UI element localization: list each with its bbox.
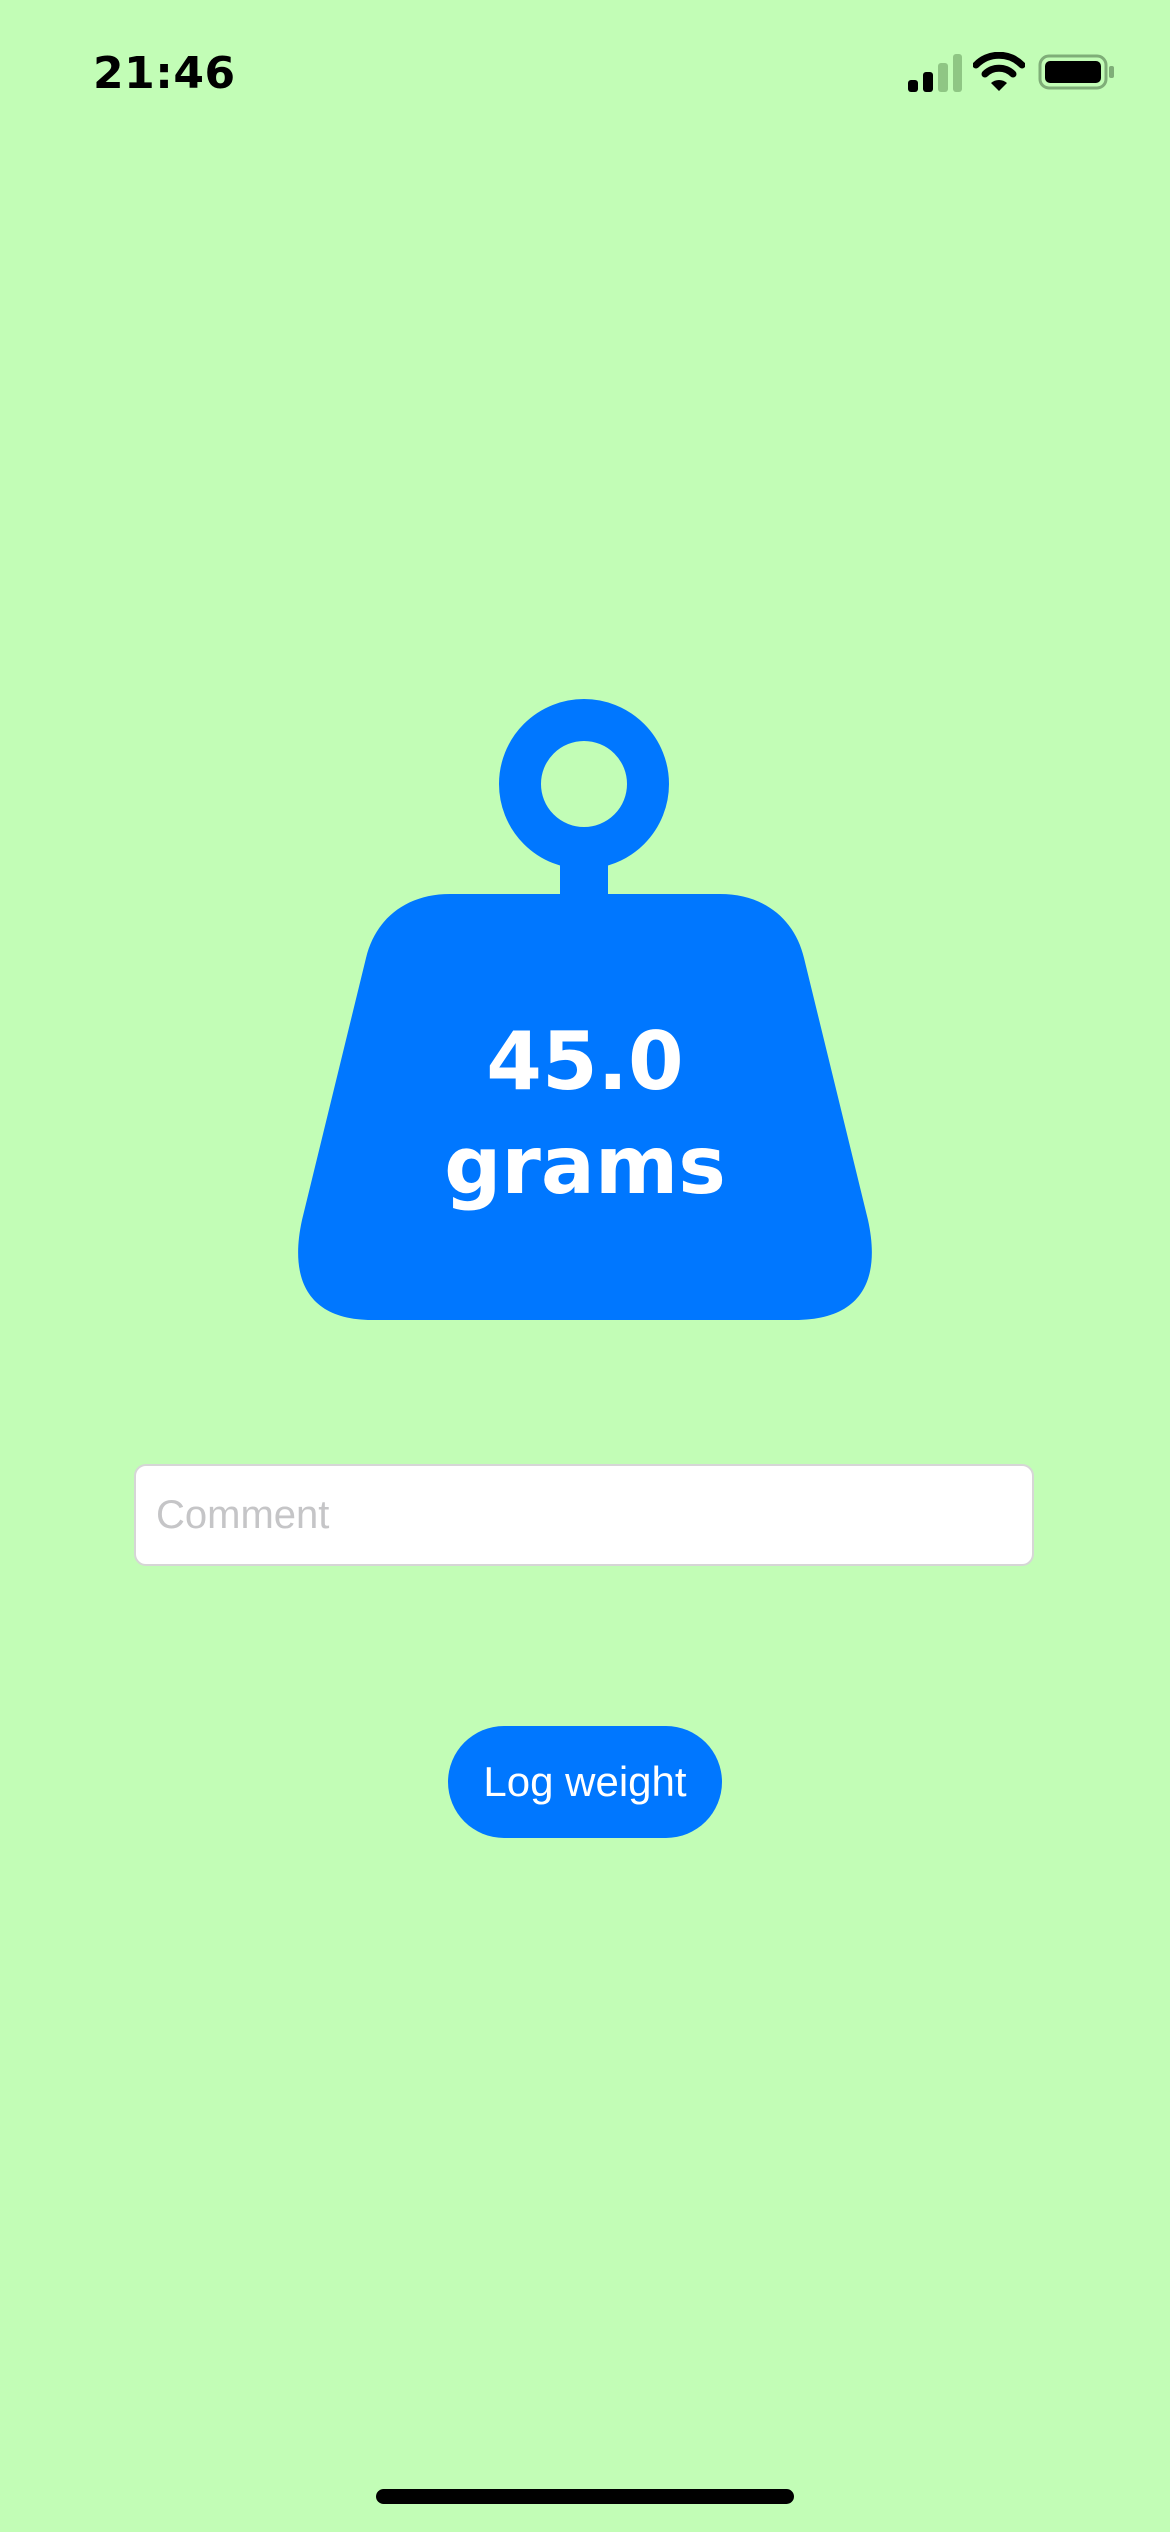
weight-readout: 45.0 grams (290, 1010, 880, 1218)
comment-input[interactable] (134, 1464, 1034, 1566)
battery-icon (1038, 54, 1114, 90)
wifi-icon (973, 52, 1025, 91)
cellular-signal-icon (908, 54, 962, 92)
home-indicator[interactable] (376, 2489, 794, 2504)
weight-unit: grams (444, 1119, 726, 1212)
status-time: 21:46 (93, 48, 236, 99)
weight-value: 45.0 (486, 1015, 684, 1108)
log-weight-button[interactable]: Log weight (448, 1726, 722, 1838)
status-bar: 21:46 (0, 0, 1170, 140)
